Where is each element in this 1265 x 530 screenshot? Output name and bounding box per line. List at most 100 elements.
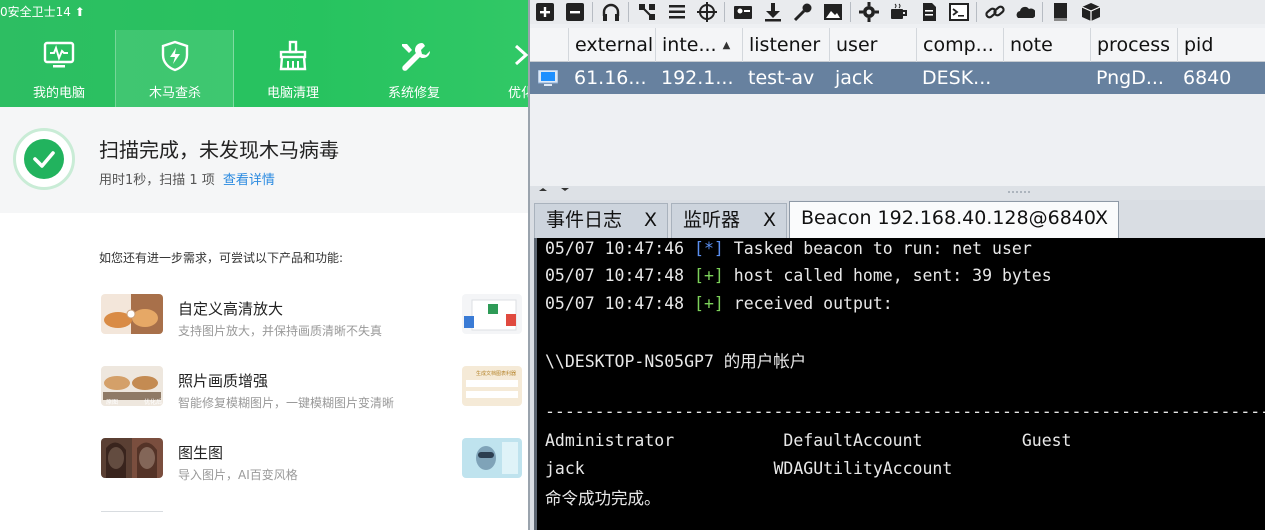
headphones-icon[interactable] [601, 2, 621, 22]
crosshair-icon[interactable] [697, 2, 717, 22]
nav-label: 系统修复 [387, 86, 440, 101]
view-details-link[interactable]: 查看详情 [223, 173, 275, 188]
suggestions-heading: 如您还有进一步需求，可尝试以下产品和功能: [99, 251, 344, 265]
scan-success-badge [13, 128, 75, 190]
book-icon[interactable] [1051, 2, 1071, 22]
cell-process: PngD... [1096, 67, 1164, 89]
thumb-label-after: 优化后 [144, 398, 162, 406]
cell-note [1003, 62, 1090, 94]
close-tab-icon[interactable]: X [1095, 202, 1108, 235]
tab-beacon[interactable]: Beacon 192.168.40.128@6840 X [789, 201, 1119, 239]
terminal-icon[interactable] [949, 2, 969, 22]
app-brand: 0安全卫士14 ⬆ [0, 5, 85, 19]
product-name: 照片画质增强 [178, 372, 269, 390]
wrench-icon [402, 43, 430, 71]
column-header-pid[interactable]: pid [1177, 28, 1265, 62]
column-header-internal[interactable]: inte... ▲ [655, 28, 742, 62]
console-line: 05/07 10:47:48 [+] host called home, sen… [545, 266, 1052, 285]
column-header-computer[interactable]: comp... [916, 28, 1003, 62]
close-tab-icon[interactable]: X [763, 204, 776, 237]
product-item[interactable]: 图生图 导入图片，AI百变风格 [101, 438, 521, 488]
screenshot-icon[interactable] [823, 2, 843, 22]
product-thumbnail: 原图 优化后 [101, 366, 163, 406]
product-description: 导入图片，AI百变风格 [178, 468, 298, 482]
product-name: 自定义高清放大 [178, 300, 284, 318]
gear-icon[interactable] [859, 2, 879, 22]
product-thumbnail [101, 294, 163, 334]
divider [101, 511, 163, 512]
coffee-icon[interactable] [889, 2, 909, 22]
checkmark-icon [24, 139, 64, 179]
nav-my-computer[interactable]: 我的电脑 [0, 30, 118, 107]
side-product-thumbnail[interactable] [462, 438, 522, 478]
column-header-listener[interactable]: listener [742, 28, 829, 62]
credentials-icon[interactable] [733, 2, 753, 22]
cell-listener: test-av [748, 67, 815, 89]
split-pane-divider[interactable] [530, 186, 1265, 200]
console-accounts-row: jack WDAGUtilityAccount [545, 459, 953, 478]
tab-listeners[interactable]: 监听器 X [671, 203, 787, 238]
shield-bolt-icon [161, 40, 189, 72]
cell-pid: 6840 [1183, 67, 1232, 89]
product-name: 图生图 [178, 444, 224, 462]
scan-result-subtitle: 用时1秒，扫描 1 项查看详情 [99, 173, 275, 188]
minus-icon[interactable] [565, 2, 585, 22]
column-header-external[interactable]: external [568, 28, 655, 62]
list-icon[interactable] [667, 2, 687, 22]
sessions-table: external inte... ▲ listener user comp...… [530, 24, 1265, 186]
arrow-up-icon: ⬆ [74, 5, 85, 19]
console-output-title: \\DESKTOP-NS05GP7 的用户帐户 [545, 352, 807, 371]
nav-label: 木马查杀 [148, 86, 201, 101]
scan-result-title: 扫描完成，未发现木马病毒 [99, 138, 339, 162]
product-item[interactable]: 自定义高清放大 支持图片放大，并保持画质清晰不失真 [101, 294, 521, 344]
toolbar-separator [628, 2, 629, 22]
column-header-user[interactable]: user [829, 28, 916, 62]
table-header: external inte... ▲ listener user comp...… [530, 28, 1265, 62]
column-header-process[interactable]: process [1090, 28, 1177, 62]
toolbar-separator [1042, 2, 1043, 22]
product-description: 支持图片放大，并保持画质清晰不失真 [178, 324, 383, 338]
broom-icon [279, 40, 307, 71]
main-toolbar [530, 0, 1265, 24]
nav-optimize[interactable]: 优化 [470, 30, 528, 107]
key-icon[interactable] [793, 2, 813, 22]
plus-icon[interactable] [535, 2, 555, 22]
cell-external: 61.16... [574, 67, 647, 89]
nav-label: 电脑清理 [266, 86, 319, 101]
nav-label: 我的电脑 [32, 86, 85, 101]
cloud-icon[interactable] [1015, 2, 1035, 22]
screen: 0安全卫士14 ⬆ 我的电脑 木马查杀 电脑清理 系统修复 优化 扫描完成，未发… [0, 0, 1265, 530]
toolbar-separator [976, 2, 977, 22]
document-icon[interactable] [919, 2, 939, 22]
nav-system-repair[interactable]: 系统修复 [355, 30, 473, 107]
cell-internal: 192.1... [661, 67, 734, 89]
side-product-thumbnail[interactable]: 生成文档图表利器 [462, 366, 522, 406]
scan-status-panel: 扫描完成，未发现木马病毒 用时1秒，扫描 1 项查看详情 [0, 107, 528, 213]
graph-icon[interactable] [637, 2, 657, 22]
console-line: 05/07 10:47:46 [*] Tasked beacon to run:… [545, 239, 1032, 258]
package-icon[interactable] [1081, 2, 1101, 22]
column-header-note[interactable]: note [1003, 28, 1090, 62]
toolbar-separator [592, 2, 593, 22]
link-icon[interactable] [985, 2, 1005, 22]
nav-label: 优化 [508, 86, 528, 101]
toolbar-separator [724, 2, 725, 22]
beacon-console[interactable]: 05/07 10:47:46 [*] Tasked beacon to run:… [534, 238, 1265, 530]
nav-trojan-scan[interactable]: 木马查杀 [116, 30, 234, 107]
sort-ascending-icon: ▲ [722, 40, 731, 51]
console-line: 05/07 10:47:48 [+] received output: [545, 294, 893, 313]
product-item[interactable]: 原图 优化后 照片画质增强 智能修复模糊图片，一键模糊图片变清晰 [101, 366, 521, 416]
side-product-thumbnail[interactable] [462, 294, 522, 334]
console-completion: 命令成功完成。 [545, 489, 661, 508]
table-row[interactable]: 61.16... 192.1... test-av jack DESK... P… [530, 62, 1265, 94]
monitor-icon [43, 41, 75, 68]
download-icon[interactable] [763, 2, 783, 22]
close-tab-icon[interactable]: X [644, 204, 657, 237]
cell-computer: DESK... [922, 67, 992, 89]
tab-event-log[interactable]: 事件日志 X [534, 203, 668, 238]
nav-cleanup[interactable]: 电脑清理 [234, 30, 352, 107]
security-app-window: 0安全卫士14 ⬆ 我的电脑 木马查杀 电脑清理 系统修复 优化 扫描完成，未发… [0, 0, 528, 530]
toolbar-separator [850, 2, 851, 22]
thumb-label-side2: 生成文档图表利器 [476, 370, 516, 377]
console-accounts-row: Administrator DefaultAccount Guest [545, 431, 1072, 450]
